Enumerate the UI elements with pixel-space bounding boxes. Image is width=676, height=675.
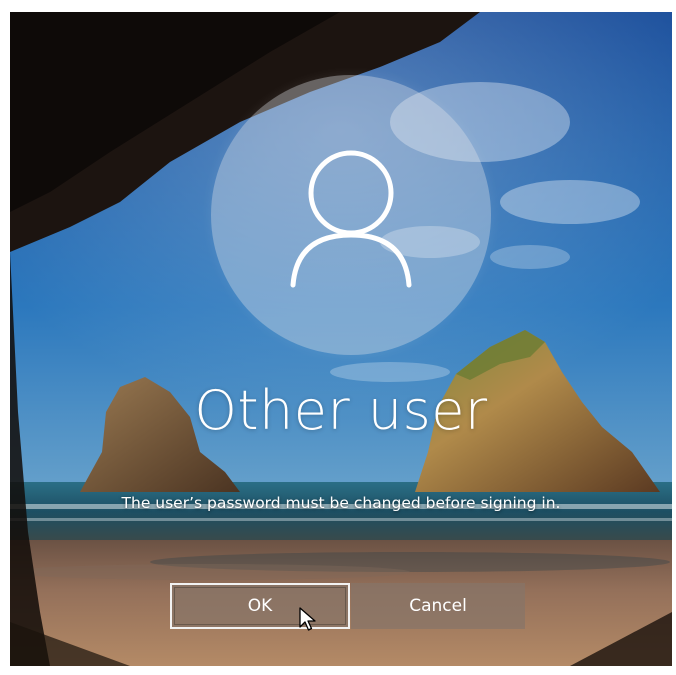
ok-button-label: OK [247,596,273,616]
mouse-pointer-icon [299,607,316,631]
cancel-button[interactable]: Cancel [351,583,525,629]
user-silhouette-icon [290,150,412,288]
password-change-message: The user’s password must be changed befo… [121,494,561,512]
lock-screen: Other user The user’s password must be c… [10,12,672,666]
cancel-button-label: Cancel [409,596,467,616]
user-avatar [211,75,491,355]
ok-button[interactable]: OK [170,583,350,629]
username-label: Other user [194,379,488,442]
